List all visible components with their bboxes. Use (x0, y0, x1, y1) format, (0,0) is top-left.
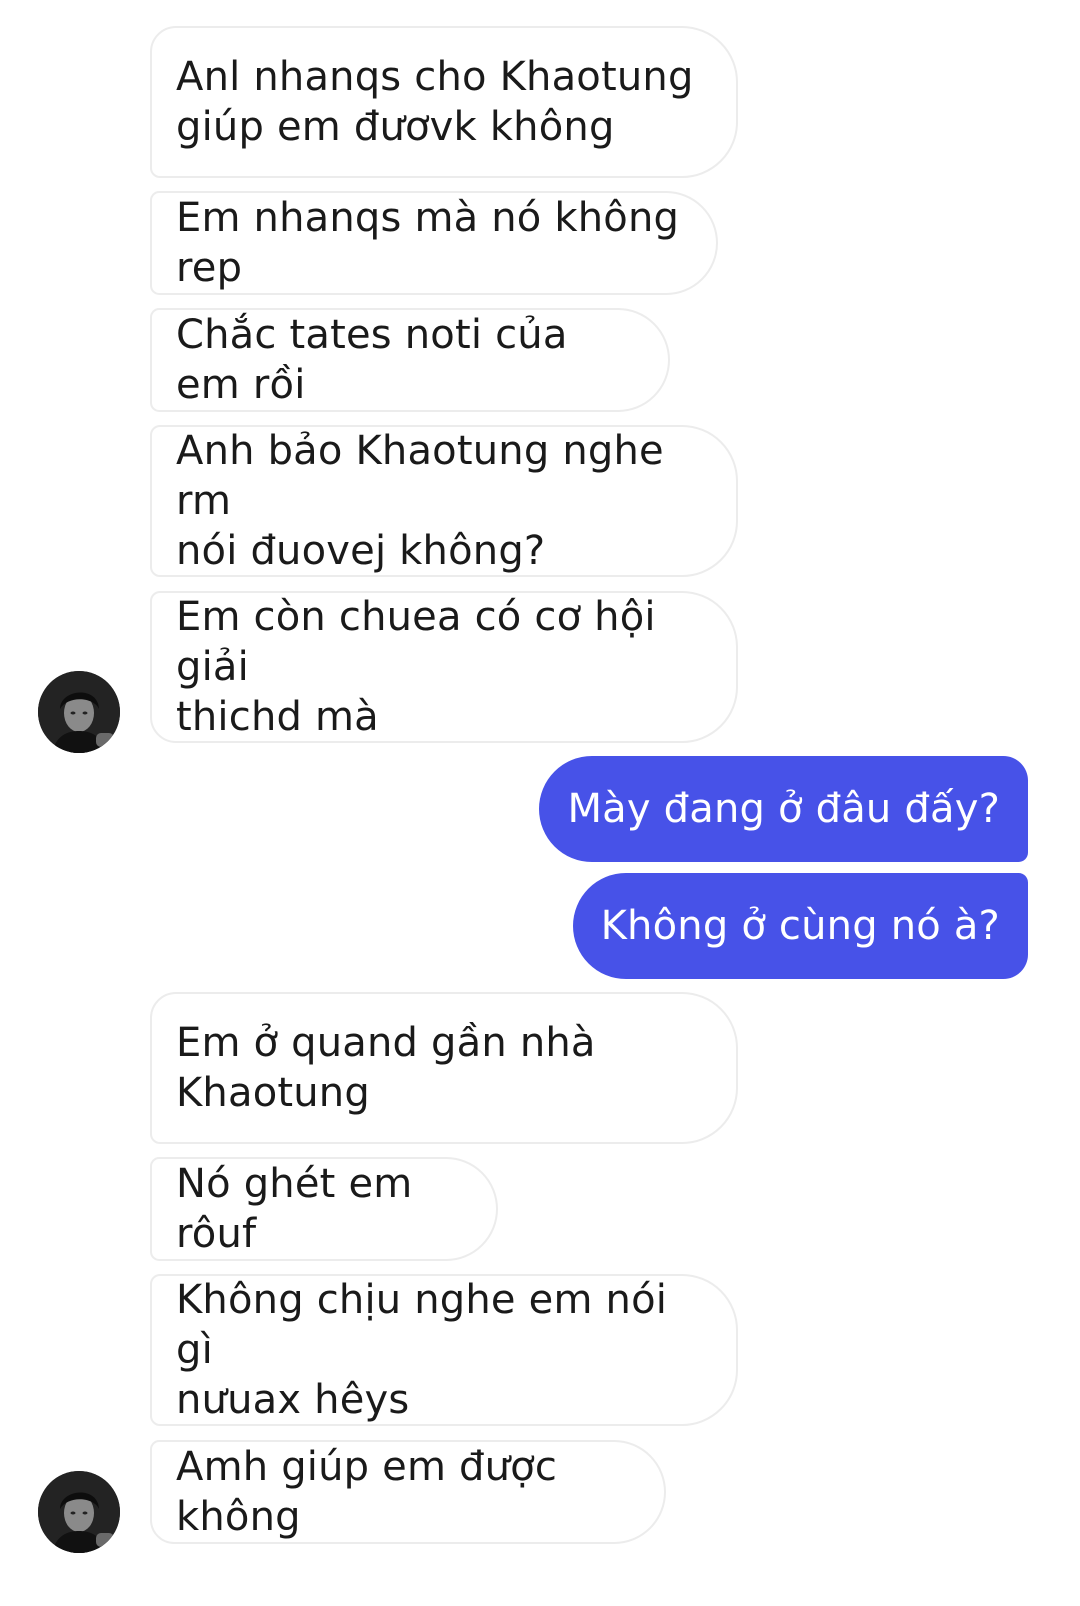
message-text: Em nhanqs mà nó không rep (176, 195, 680, 291)
incoming-message[interactable]: Nó ghét em rôuf (150, 1157, 498, 1261)
outgoing-message[interactable]: Không ở cùng nó à? (572, 873, 1028, 979)
contact-avatar-icon[interactable] (38, 1471, 120, 1553)
avatar-photo (38, 1471, 120, 1553)
message-text: Nó ghét em rôuf (176, 1161, 413, 1257)
contact-avatar-icon[interactable] (38, 671, 120, 753)
incoming-message[interactable]: Em ở quand gần nhà Khaotung (150, 992, 738, 1144)
incoming-message[interactable]: Không chịu nghe em nói gì nưuax hêys (150, 1274, 738, 1426)
outgoing-message[interactable]: Mày đang ở đâu đấy? (539, 756, 1028, 862)
message-text: Anh bảo Khaotung nghe rm nói đuovej khôn… (176, 428, 664, 574)
message-text: Chắc tates noti của em rồi (176, 312, 568, 408)
message-text: Anl nhanqs cho Khaotung giúp em đươvk kh… (176, 54, 694, 150)
message-text: Mày đang ở đâu đấy? (567, 786, 1000, 832)
incoming-message[interactable]: Em nhanqs mà nó không rep (150, 191, 718, 295)
incoming-message[interactable]: Amh giúp em được không (150, 1440, 666, 1544)
incoming-message[interactable]: Chắc tates noti của em rồi (150, 308, 670, 412)
message-text: Amh giúp em được không (176, 1444, 558, 1540)
message-text: Em còn chuea có cơ hội giải thichd mà (176, 594, 656, 740)
incoming-message[interactable]: Em còn chuea có cơ hội giải thichd mà (150, 591, 738, 743)
chat-thread: Anl nhanqs cho Khaotung giúp em đươvk kh… (0, 0, 1080, 1606)
incoming-message[interactable]: Anl nhanqs cho Khaotung giúp em đươvk kh… (150, 26, 738, 178)
message-text: Không chịu nghe em nói gì nưuax hêys (176, 1277, 668, 1423)
message-text: Không ở cùng nó à? (600, 903, 1000, 949)
incoming-message[interactable]: Anh bảo Khaotung nghe rm nói đuovej khôn… (150, 425, 738, 577)
avatar-photo (38, 671, 120, 753)
message-text: Em ở quand gần nhà Khaotung (176, 1020, 596, 1116)
